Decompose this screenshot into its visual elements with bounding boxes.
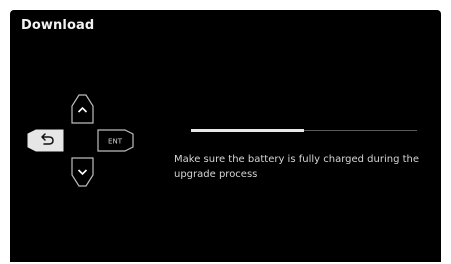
download-progress-bar <box>191 129 417 132</box>
progress-fill <box>191 129 304 132</box>
chevron-up-icon <box>77 106 88 113</box>
enter-label: ENT <box>108 138 123 146</box>
back-button[interactable] <box>27 129 64 152</box>
up-button[interactable] <box>71 94 94 124</box>
down-button[interactable] <box>71 157 94 187</box>
chevron-down-icon <box>77 169 88 176</box>
screen-title: Download <box>21 18 95 33</box>
battery-warning-message: Make sure the battery is fully charged d… <box>174 154 420 180</box>
dpad-control: ENT <box>27 94 134 187</box>
enter-button[interactable]: ENT <box>97 129 134 152</box>
device-screen: Download ENT Make sure the battery is fu… <box>10 10 441 262</box>
